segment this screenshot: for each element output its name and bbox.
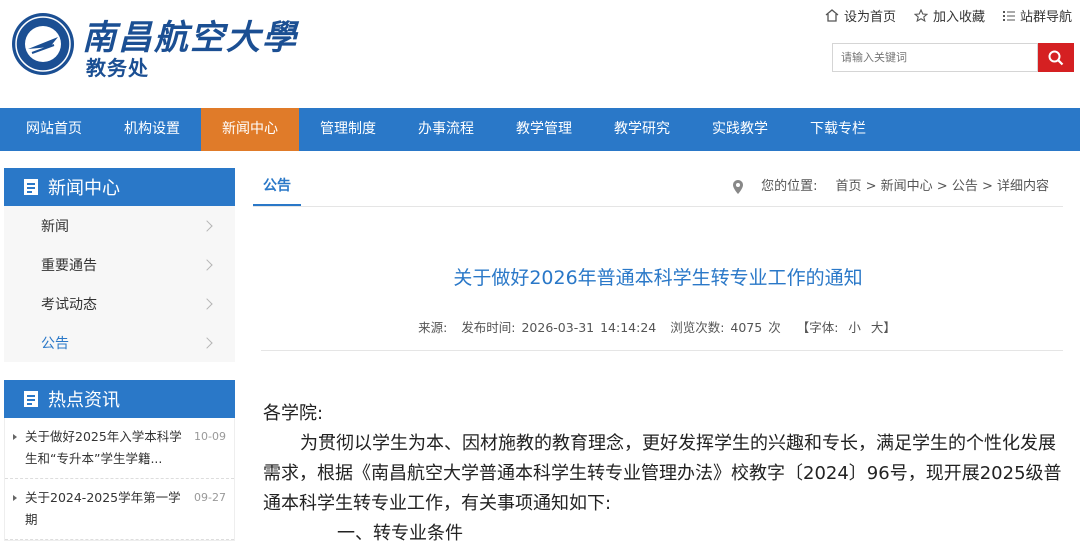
sidebar-news-center: 新闻中心 新闻 重要通告 考试动态 公告 — [4, 168, 235, 362]
list-icon — [1002, 10, 1015, 21]
add-favorite-label: 加入收藏 — [932, 10, 985, 25]
set-homepage-label: 设为首页 — [843, 10, 896, 25]
hot-item-text: 关于做好2025年入学本科学生和“专升本”学生学籍... — [25, 429, 182, 466]
dept-name-logo[interactable]: 教务处 — [86, 52, 149, 81]
bullet-triangle-icon — [13, 495, 17, 501]
chevron-right-icon — [201, 258, 213, 271]
meta-views: 浏览次数: 4075 次 — [670, 320, 781, 335]
sidebar-item-label: 考试动态 — [41, 296, 97, 313]
sidebar-hot-news: 热点资讯 关于做好2025年入学本科学生和“专升本”学生学籍... 10-09 … — [4, 380, 235, 541]
breadcrumb-label: 您的位置: — [761, 179, 818, 194]
list-item[interactable]: 关于2024-2025学年第一学期 09-27 — [5, 479, 234, 540]
search-input[interactable] — [832, 43, 1038, 72]
location-pin-icon — [733, 180, 744, 194]
site-nav-link[interactable]: 站群导航 — [1002, 6, 1072, 25]
article-salutation: 各学院: — [263, 403, 324, 424]
font-small-button[interactable]: 小 — [848, 320, 861, 335]
article-meta: 来源: 发布时间: 2026-03-31 14:14:24 浏览次数: 4075… — [253, 317, 1063, 336]
search-icon — [1048, 50, 1064, 65]
sidebar-news-title: 新闻中心 — [48, 178, 120, 199]
set-homepage-link[interactable]: 设为首页 — [825, 6, 896, 25]
hot-item-text: 关于2024-2025学年第一学期 — [25, 490, 181, 527]
article-section-heading: 一、转专业条件 — [337, 523, 463, 544]
nav-item-teaching-management[interactable]: 教学管理 — [495, 108, 593, 151]
nav-item-home[interactable]: 网站首页 — [0, 108, 103, 151]
article-body: 各学院: 为贯彻以学生为本、因材施教的教育理念，更好发挥学生的兴趣和专长，满足学… — [263, 399, 1063, 549]
sidebar-item-announcements[interactable]: 公告 — [4, 323, 235, 362]
sidebar-item-label: 新闻 — [41, 218, 69, 235]
sidebar-item-label: 重要通告 — [41, 257, 97, 274]
search-button[interactable] — [1038, 43, 1074, 72]
font-large-button[interactable]: 大】 — [871, 320, 896, 335]
hot-item-date: 10-09 — [194, 430, 226, 443]
article-paragraph: 为贯彻以学生为本、因材施教的教育理念，更好发挥学生的兴趣和专长，满足学生的个性化… — [263, 433, 1062, 514]
document-icon — [24, 391, 38, 407]
nav-item-regulations[interactable]: 管理制度 — [299, 108, 397, 151]
hot-news-list: 关于做好2025年入学本科学生和“专升本”学生学籍... 10-09 关于202… — [4, 418, 235, 541]
nav-item-downloads[interactable]: 下载专栏 — [789, 108, 887, 151]
sidebar-hot-title: 热点资讯 — [48, 390, 120, 411]
breadcrumb-path[interactable]: 首页 > 新闻中心 > 公告 > 详细内容 — [836, 168, 1049, 206]
sidebar-item-news[interactable]: 新闻 — [4, 206, 235, 245]
chevron-right-icon — [201, 219, 213, 232]
chevron-right-icon — [201, 297, 213, 310]
list-item[interactable]: 关于做好2025年入学本科学生和“专升本”学生学籍... 10-09 — [5, 418, 234, 479]
meta-divider — [261, 350, 1063, 351]
font-size-control: 【字体: 小 大】 — [795, 320, 898, 335]
main-content: 公告 您的位置: 首页 > 新闻中心 > 公告 > 详细内容 关于做好2026年… — [253, 168, 1063, 544]
article-title: 关于做好2026年普通本科学生转专业工作的通知 — [453, 267, 863, 289]
hot-item-date: 09-27 — [194, 491, 226, 504]
sidebar-item-label: 公告 — [41, 335, 69, 352]
breadcrumb: 您的位置: 首页 > 新闻中心 > 公告 > 详细内容 — [733, 168, 1049, 206]
nav-item-organization[interactable]: 机构设置 — [103, 108, 201, 151]
site-header: 南昌航空大學 教务处 设为首页 加入收藏 站群导航 — [0, 0, 1080, 108]
nav-item-procedures[interactable]: 办事流程 — [397, 108, 495, 151]
main-nav: 网站首页 机构设置 新闻中心 管理制度 办事流程 教学管理 教学研究 实践教学 … — [0, 108, 1080, 151]
sidebar-item-important-notices[interactable]: 重要通告 — [4, 245, 235, 284]
sidebar-item-exam-news[interactable]: 考试动态 — [4, 284, 235, 323]
home-icon — [825, 9, 839, 22]
site-nav-label: 站群导航 — [1019, 10, 1072, 25]
sidebar-news-header: 新闻中心 — [4, 168, 235, 206]
tab-announcements[interactable]: 公告 — [253, 168, 301, 206]
nav-item-teaching-research[interactable]: 教学研究 — [593, 108, 691, 151]
font-label: 【字体: — [796, 320, 839, 335]
document-icon — [24, 179, 38, 195]
add-favorite-link[interactable]: 加入收藏 — [913, 6, 985, 25]
star-icon — [913, 9, 928, 22]
meta-publish-time: 发布时间: 2026-03-31 14:14:24 — [461, 320, 657, 335]
university-emblem-icon[interactable] — [12, 13, 74, 75]
top-links: 设为首页 加入收藏 站群导航 — [825, 6, 1072, 25]
chevron-right-icon — [201, 336, 213, 349]
content-tabbar: 公告 您的位置: 首页 > 新闻中心 > 公告 > 详细内容 — [253, 168, 1063, 207]
nav-item-news-center[interactable]: 新闻中心 — [201, 108, 299, 151]
nav-item-practice-teaching[interactable]: 实践教学 — [691, 108, 789, 151]
meta-source: 来源: — [418, 320, 448, 335]
sidebar-hot-header: 热点资讯 — [4, 380, 235, 418]
bullet-triangle-icon — [13, 434, 17, 440]
